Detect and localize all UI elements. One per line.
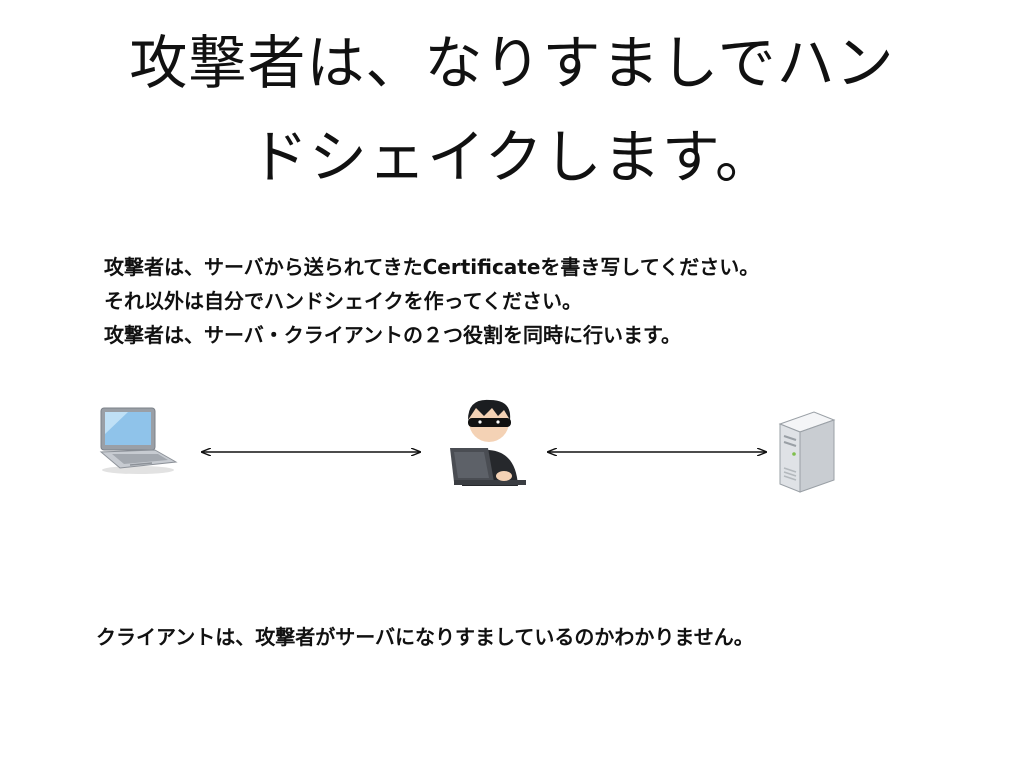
server-tower-icon [778,411,836,493]
caption: クライアントは、攻撃者がサーバになりすましているのかわかりません。 [96,625,754,649]
masked-attacker-icon [450,399,526,486]
title-line-2: ドシェイクします。 [249,123,775,191]
body-line-3: 攻撃者は、サーバ・クライアントの２つ役割を同時に行います。 [104,323,681,347]
slide-title: 攻撃者は、なりすましでハン ドシェイクします。 [60,16,964,204]
slide: 攻撃者は、なりすましでハン ドシェイクします。 攻撃者は、サーバから送られてきた… [0,0,1024,768]
title-line-1: 攻撃者は、なりすましでハン [129,29,895,97]
body-line-1: 攻撃者は、サーバから送られてきたCertificateを書き写してください。 [104,255,760,279]
body-text: 攻撃者は、サーバから送られてきたCertificateを書き写してください。 そ… [104,250,984,352]
laptop-icon [99,407,178,474]
body-line-2: それ以外は自分でハンドシェイクを作ってください。 [104,289,582,313]
